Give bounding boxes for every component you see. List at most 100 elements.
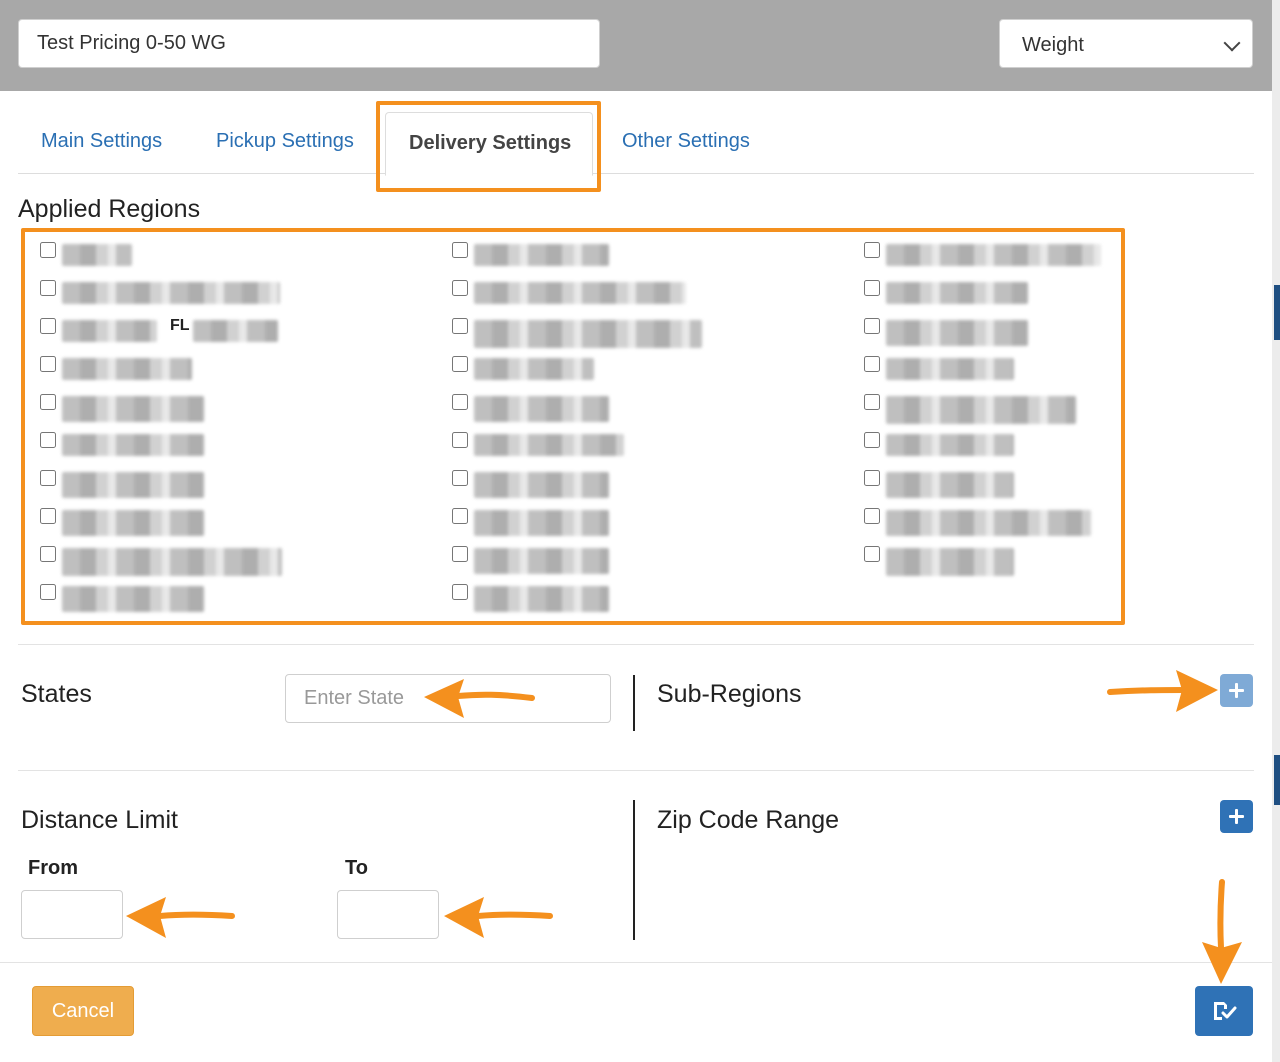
region-label-redacted	[886, 472, 1014, 498]
region-checkbox[interactable]	[864, 318, 880, 334]
region-item[interactable]	[40, 354, 420, 384]
section-divider	[18, 644, 1254, 645]
chevron-down-icon	[1223, 34, 1241, 52]
region-item[interactable]	[864, 240, 1114, 270]
region-checkbox[interactable]	[864, 432, 880, 448]
region-checkbox[interactable]	[40, 242, 56, 258]
region-checkbox[interactable]	[452, 280, 468, 296]
region-item[interactable]	[452, 316, 842, 348]
distance-from-label: From	[28, 857, 78, 879]
region-item[interactable]	[40, 544, 420, 576]
region-label-redacted	[474, 472, 609, 498]
region-item[interactable]	[452, 506, 842, 536]
region-label-redacted	[474, 548, 609, 574]
region-checkbox[interactable]	[864, 508, 880, 524]
region-label-redacted	[886, 358, 1014, 380]
region-checkbox[interactable]	[452, 508, 468, 524]
region-item[interactable]	[864, 392, 1114, 424]
region-label-redacted	[62, 396, 204, 422]
tab-pickup-settings[interactable]: Pickup Settings	[216, 130, 354, 153]
region-item[interactable]	[40, 278, 420, 308]
region-checkbox[interactable]	[40, 394, 56, 410]
region-label-redacted	[62, 472, 204, 498]
region-item[interactable]	[452, 582, 842, 612]
region-checkbox[interactable]	[40, 508, 56, 524]
region-item[interactable]	[40, 506, 420, 536]
cancel-button[interactable]: Cancel	[32, 986, 134, 1036]
region-item[interactable]	[452, 544, 842, 574]
add-zip-range-button[interactable]	[1220, 800, 1253, 833]
region-checkbox[interactable]	[40, 280, 56, 296]
pricing-type-select[interactable]: Weight	[999, 19, 1253, 68]
region-checkbox[interactable]	[452, 546, 468, 562]
region-item[interactable]	[40, 430, 420, 460]
pricing-name-input[interactable]	[18, 19, 600, 68]
region-checkbox[interactable]	[864, 546, 880, 562]
edge-mark	[1274, 755, 1280, 805]
region-checkbox[interactable]	[452, 318, 468, 334]
pricing-type-value: Weight	[1022, 34, 1084, 56]
region-checkbox[interactable]	[452, 394, 468, 410]
region-label-redacted	[62, 320, 157, 342]
distance-to-label: To	[345, 857, 368, 879]
region-label-redacted	[62, 586, 204, 612]
distance-from-input[interactable]	[21, 890, 123, 939]
add-sub-region-button[interactable]	[1220, 674, 1253, 707]
states-label: States	[21, 680, 92, 708]
region-checkbox[interactable]	[864, 356, 880, 372]
region-checkbox[interactable]	[864, 470, 880, 486]
region-checkbox[interactable]	[864, 394, 880, 410]
region-checkbox[interactable]	[864, 280, 880, 296]
region-label-redacted	[886, 548, 1014, 576]
tab-main-settings[interactable]: Main Settings	[41, 130, 162, 153]
region-item[interactable]	[40, 582, 420, 612]
region-checkbox[interactable]	[40, 470, 56, 486]
region-item[interactable]	[452, 468, 842, 498]
region-checkbox[interactable]	[40, 584, 56, 600]
region-item[interactable]	[452, 278, 842, 308]
region-checkbox[interactable]	[452, 470, 468, 486]
region-label-redacted	[193, 320, 278, 342]
distance-to-input[interactable]	[337, 890, 439, 939]
region-checkbox[interactable]	[40, 318, 56, 334]
region-item[interactable]	[864, 354, 1114, 384]
region-item[interactable]	[452, 354, 842, 384]
region-checkbox[interactable]	[452, 356, 468, 372]
region-label-redacted	[62, 282, 280, 304]
region-item[interactable]	[452, 430, 842, 460]
section-divider	[18, 770, 1254, 771]
modal-header: Weight	[0, 0, 1272, 91]
annotation-arrow	[126, 897, 235, 938]
region-item[interactable]	[864, 468, 1114, 498]
region-label-redacted	[474, 586, 609, 612]
plus-icon	[1229, 683, 1244, 698]
region-item[interactable]	[864, 544, 1114, 576]
region-checkbox[interactable]	[452, 242, 468, 258]
tab-highlight-box	[376, 101, 601, 192]
region-checkbox[interactable]	[452, 432, 468, 448]
region-item[interactable]	[864, 430, 1114, 460]
region-label-redacted	[474, 396, 609, 422]
column-divider	[633, 800, 635, 940]
region-item[interactable]	[40, 468, 420, 498]
tab-other-settings[interactable]: Other Settings	[622, 130, 750, 153]
region-item[interactable]	[452, 392, 842, 422]
save-button[interactable]	[1195, 986, 1253, 1036]
region-item[interactable]	[864, 506, 1114, 536]
region-label-redacted	[474, 320, 702, 348]
region-item[interactable]	[864, 278, 1114, 308]
region-label-redacted	[474, 358, 594, 380]
edge-mark	[1274, 285, 1280, 340]
region-label-redacted	[886, 320, 1028, 346]
region-checkbox[interactable]	[452, 584, 468, 600]
region-checkbox[interactable]	[40, 356, 56, 372]
region-item[interactable]	[40, 240, 420, 270]
region-checkbox[interactable]	[40, 546, 56, 562]
save-icon	[1214, 1002, 1237, 1020]
region-item[interactable]	[452, 240, 842, 270]
region-item[interactable]	[864, 316, 1114, 346]
region-item[interactable]	[40, 392, 420, 422]
region-item[interactable]: FL	[40, 316, 420, 346]
region-checkbox[interactable]	[864, 242, 880, 258]
region-checkbox[interactable]	[40, 432, 56, 448]
